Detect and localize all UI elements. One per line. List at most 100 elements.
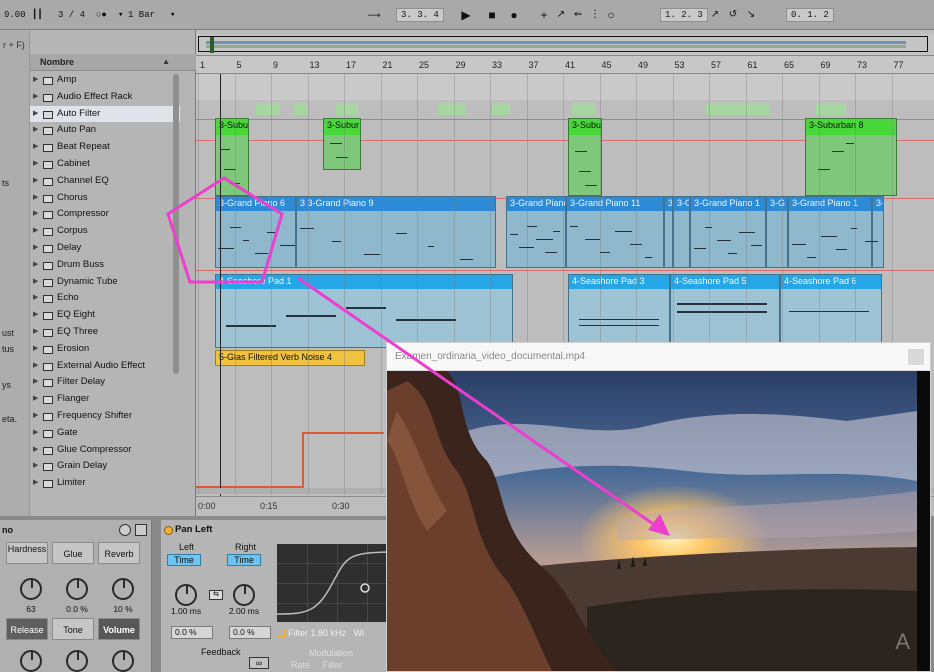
browser-item[interactable]: ▶ Gate [30, 425, 180, 442]
tempo-display[interactable]: 9.00 [4, 9, 26, 21]
dropdown-icon[interactable]: ▾ [118, 9, 123, 21]
playhead[interactable] [220, 74, 221, 514]
search-hint[interactable]: r + F) [0, 40, 30, 50]
play-icon[interactable]: ▶ [458, 8, 474, 22]
browser-item[interactable]: ▶ Limiter [30, 475, 180, 492]
clip-seashore-pad[interactable]: 4-Seashore Pad 1 [215, 274, 513, 348]
browser-item[interactable]: ▶ Flanger [30, 391, 180, 408]
close-button[interactable] [908, 349, 924, 365]
device-on-icon[interactable] [164, 526, 173, 535]
browser-item[interactable]: ▶ Dynamic Tube [30, 274, 180, 291]
capture-icon[interactable]: ⋮ [588, 8, 602, 22]
expand-arrow-icon[interactable]: ▶ [33, 257, 38, 274]
tone-knob[interactable] [66, 650, 88, 672]
browser-item[interactable]: ▶ Audio Effect Rack [30, 89, 180, 106]
quantize-chevron-icon[interactable]: ▾ [170, 9, 175, 21]
record-icon[interactable]: ● [506, 8, 522, 22]
glue-knob[interactable] [66, 578, 88, 600]
browser-item[interactable]: ▶ External Audio Effect [30, 358, 180, 375]
release-button[interactable]: Release [6, 618, 48, 640]
expand-arrow-icon[interactable]: ▶ [33, 475, 38, 492]
loop-start-display[interactable]: 1. 2. 3 [660, 8, 708, 22]
save-preset-icon[interactable] [135, 524, 147, 536]
expand-arrow-icon[interactable]: ▶ [33, 458, 38, 475]
expand-arrow-icon[interactable]: ▶ [33, 206, 38, 223]
expand-arrow-icon[interactable]: ▶ [33, 324, 38, 341]
overview-window[interactable] [198, 36, 928, 52]
browser-item[interactable]: ▶ Grain Delay [30, 458, 180, 475]
loop-switch-icon[interactable]: ↺ [726, 8, 740, 22]
expand-arrow-icon[interactable]: ▶ [33, 72, 38, 89]
filter-checkbox-icon[interactable] [277, 629, 285, 637]
expand-arrow-icon[interactable]: ▶ [33, 89, 38, 106]
browser-item[interactable]: ▶ Compressor [30, 206, 180, 223]
browser-item[interactable]: ▶ EQ Eight [30, 307, 180, 324]
clip-grand-piano[interactable]: 3-Grand Piano 6 [215, 196, 296, 268]
clip-seashore-pad[interactable]: 4-Seashore Pad 5 [670, 274, 780, 348]
browser-item[interactable]: ▶ Filter Delay [30, 374, 180, 391]
sidebar-item[interactable]: eta. [0, 414, 30, 424]
browser-item[interactable]: ▶ Cabinet [30, 156, 180, 173]
browser-column-header[interactable]: Nombre ▲ [30, 54, 196, 71]
expand-arrow-icon[interactable]: ▶ [33, 374, 38, 391]
expand-arrow-icon[interactable]: ▶ [33, 391, 38, 408]
freeze-loop-button[interactable]: ∞ [249, 657, 269, 669]
browser-item[interactable]: ▶ Channel EQ [30, 173, 180, 190]
expand-arrow-icon[interactable]: ▶ [33, 106, 38, 123]
clip-seashore-pad[interactable]: 4-Seashore Pad 6 [780, 274, 882, 348]
hotswap-icon[interactable] [119, 524, 131, 536]
expand-arrow-icon[interactable]: ▶ [33, 358, 38, 375]
filter-display[interactable] [277, 544, 397, 622]
expand-arrow-icon[interactable]: ▶ [33, 190, 38, 207]
expand-arrow-icon[interactable]: ▶ [33, 156, 38, 173]
browser-item[interactable]: ▶ EQ Three [30, 324, 180, 341]
arrangement-overview[interactable] [196, 34, 934, 56]
expand-arrow-icon[interactable]: ▶ [33, 173, 38, 190]
link-icon[interactable]: ⇆ [209, 590, 223, 600]
browser-item[interactable]: ▶ Drum Buss [30, 257, 180, 274]
filter-row[interactable]: Filter 1.80 kHz Wi [277, 628, 364, 638]
clip-glas-noise[interactable]: 5-Glas Filtered Verb Noise 4 [215, 350, 365, 366]
clip-grand-piano[interactable]: 3-G [766, 196, 788, 268]
right-time-toggle[interactable]: Time [227, 554, 261, 566]
reverb-button[interactable]: Reverb [98, 542, 140, 564]
expand-arrow-icon[interactable]: ▶ [33, 307, 38, 324]
clip-grand-piano[interactable]: 3- [872, 196, 884, 268]
browser-item[interactable]: ▶ Amp [30, 72, 180, 89]
hardness-button[interactable]: Hardness [6, 542, 48, 564]
browser-item[interactable]: ▶ Glue Compressor [30, 442, 180, 459]
expand-arrow-icon[interactable]: ▶ [33, 425, 38, 442]
clip-grand-piano[interactable]: 3-Grand Piano [506, 196, 566, 268]
session-record-icon[interactable]: ○ [604, 8, 618, 22]
browser-item[interactable]: ▶ Frequency Shifter [30, 408, 180, 425]
sidebar-item[interactable]: tus [0, 344, 30, 354]
browser-item[interactable]: ▶ Corpus [30, 223, 180, 240]
video-window[interactable]: Examen_ordinaria_video_documental.mp4 A [386, 342, 931, 672]
browser-item[interactable]: ▶ Erosion [30, 341, 180, 358]
beat-ruler[interactable]: 1 5 9 13 17 21 25 29 33 37 41 45 49 53 57 61 65 69 73 77 [196, 56, 934, 74]
clip-suburban[interactable]: 3-Subu [568, 118, 602, 196]
clip-seashore-pad[interactable]: 4-Seashore Pad 3 [568, 274, 670, 348]
hardness-knob[interactable] [20, 578, 42, 600]
right-offset-field[interactable]: 0.0 % [229, 626, 271, 639]
expand-arrow-icon[interactable]: ▶ [33, 408, 38, 425]
reverb-knob[interactable] [112, 578, 134, 600]
left-offset-field[interactable]: 0.0 % [171, 626, 213, 639]
left-delay-knob[interactable] [175, 584, 197, 606]
expand-arrow-icon[interactable]: ▶ [33, 240, 38, 257]
browser-item[interactable]: ▶ Auto Filter [30, 105, 180, 123]
stop-icon[interactable]: ■ [484, 8, 500, 22]
punch-out-icon[interactable]: ↘ [744, 8, 758, 22]
back-to-arrangement-icon[interactable]: ⇐ [572, 8, 584, 22]
automation-line[interactable] [302, 432, 304, 488]
glue-button[interactable]: Glue [52, 542, 94, 564]
expand-arrow-icon[interactable]: ▶ [33, 139, 38, 156]
sidebar-item[interactable]: ys [0, 380, 30, 390]
expand-arrow-icon[interactable]: ▶ [33, 442, 38, 459]
browser-item[interactable]: ▶ Beat Repeat [30, 139, 180, 156]
video-frame[interactable]: A [387, 371, 930, 671]
expand-arrow-icon[interactable]: ▶ [33, 122, 38, 139]
overdub-icon[interactable]: + [538, 8, 550, 22]
volume-button[interactable]: Volume [98, 618, 140, 640]
sort-icon[interactable]: ▲ [162, 57, 170, 66]
